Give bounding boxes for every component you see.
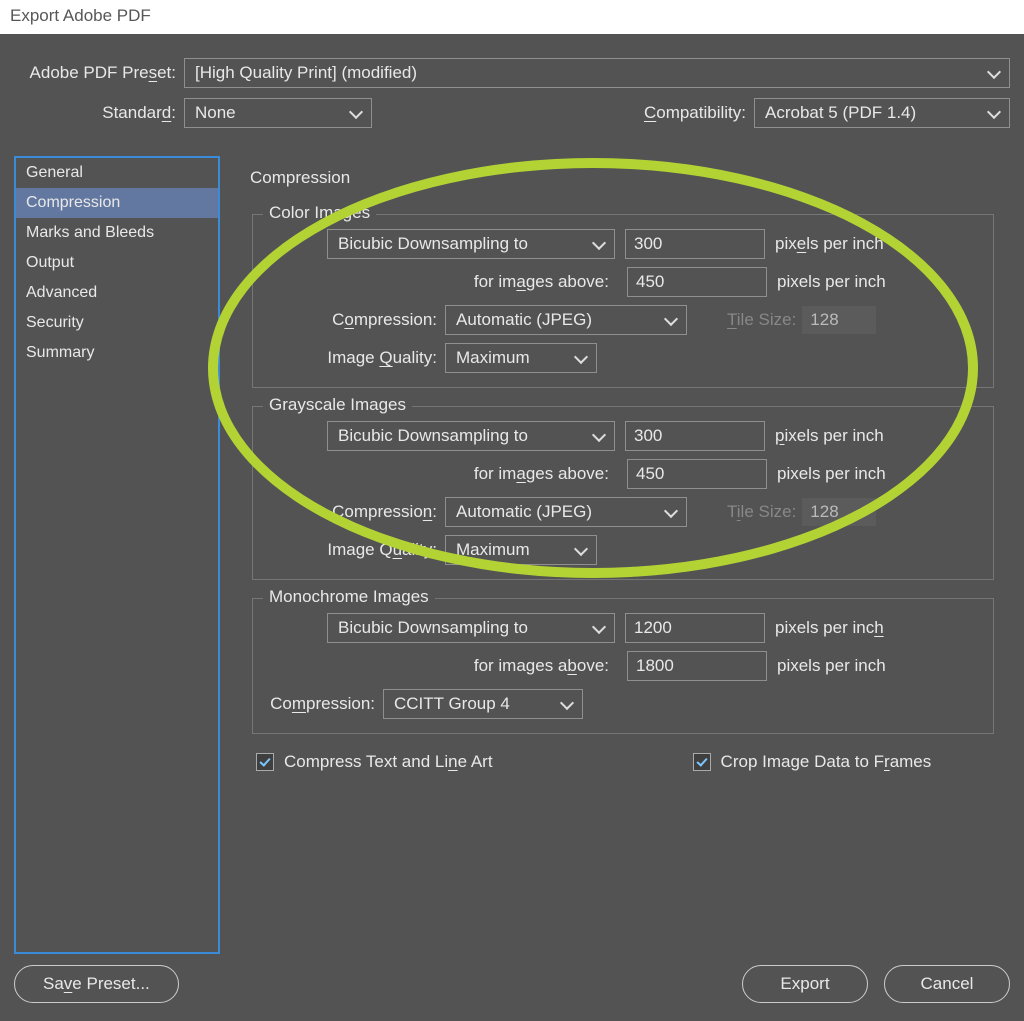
color-compression-value: Automatic (JPEG): [456, 310, 592, 330]
export-button[interactable]: Export: [742, 965, 868, 1003]
sidebar-item-compression[interactable]: Compression: [16, 188, 218, 218]
mono-compression-label: Compression:: [267, 694, 383, 714]
ppi-unit: pixels per inch: [767, 464, 886, 484]
compress-text-checkbox[interactable]: Compress Text and Line Art: [256, 752, 493, 772]
sidebar-item-summary[interactable]: Summary: [16, 338, 218, 368]
gray-quality-value: Maximum: [456, 540, 530, 560]
chevron-down-icon: [987, 106, 1001, 120]
grayscale-images-group: Grayscale Images Bicubic Downsampling to…: [252, 406, 994, 580]
color-quality-value: Maximum: [456, 348, 530, 368]
panel-title: Compression: [250, 168, 1010, 188]
color-downsample-dropdown[interactable]: Bicubic Downsampling to: [327, 229, 615, 259]
color-quality-label: Image Quality:: [267, 348, 445, 368]
gray-above-label: for images above:: [267, 464, 617, 484]
standard-compat-row: Standard: None Compatibility: Acrobat 5 …: [14, 98, 1010, 128]
dialog-footer: Save Preset... Export Cancel: [14, 965, 1010, 1003]
mono-compression-dropdown[interactable]: CCITT Group 4: [383, 689, 583, 719]
preset-dropdown[interactable]: [High Quality Print] (modified): [184, 58, 1010, 88]
cancel-button[interactable]: Cancel: [884, 965, 1010, 1003]
grayscale-images-legend: Grayscale Images: [263, 395, 412, 415]
bottom-checks: Compress Text and Line Art Crop Image Da…: [256, 752, 1010, 772]
sidebar-item-advanced[interactable]: Advanced: [16, 278, 218, 308]
ppi-unit: pixels per inch: [767, 656, 886, 676]
color-ppi-unit: pixels per inch: [765, 234, 884, 254]
sidebar-item-marks-bleeds[interactable]: Marks and Bleeds: [16, 218, 218, 248]
standard-dropdown[interactable]: None: [184, 98, 372, 128]
preset-value: [High Quality Print] (modified): [195, 63, 417, 83]
chevron-down-icon: [574, 351, 588, 365]
color-images-group: Color Images Bicubic Downsampling to pix…: [252, 214, 994, 388]
mono-downsample-value: Bicubic Downsampling to: [338, 618, 528, 638]
chevron-down-icon: [664, 505, 678, 519]
ppi-unit: pixels per inch: [767, 272, 886, 292]
gray-compression-value: Automatic (JPEG): [456, 502, 592, 522]
dialog-content: Adobe PDF Preset: [High Quality Print] (…: [0, 34, 1024, 970]
chevron-down-icon: [560, 697, 574, 711]
color-tilesize-label: Tile Size:: [687, 310, 802, 330]
color-above-ppi-input[interactable]: [627, 267, 767, 297]
chevron-down-icon: [574, 543, 588, 557]
checkbox-icon: [256, 753, 274, 771]
compatibility-value: Acrobat 5 (PDF 1.4): [765, 103, 916, 123]
gray-ppi-input[interactable]: [625, 421, 765, 451]
chevron-down-icon: [592, 429, 606, 443]
sidebar-item-general[interactable]: General: [16, 158, 218, 188]
crop-image-checkbox[interactable]: Crop Image Data to Frames: [693, 752, 932, 772]
gray-compression-label: Compression:: [267, 502, 445, 522]
window-titlebar: Export Adobe PDF: [0, 0, 1024, 34]
mono-downsample-dropdown[interactable]: Bicubic Downsampling to: [327, 613, 615, 643]
standard-label: Standard:: [14, 103, 184, 123]
crop-image-label: Crop Image Data to Frames: [721, 752, 932, 772]
chevron-down-icon: [987, 66, 1001, 80]
chevron-down-icon: [592, 237, 606, 251]
monochrome-images-group: Monochrome Images Bicubic Downsampling t…: [252, 598, 994, 734]
gray-above-ppi-input[interactable]: [627, 459, 767, 489]
color-compression-dropdown[interactable]: Automatic (JPEG): [445, 305, 687, 335]
gray-tilesize-value: 128: [802, 498, 876, 526]
main-panel: Compression Color Images Bicubic Downsam…: [246, 156, 1010, 954]
gray-downsample-dropdown[interactable]: Bicubic Downsampling to: [327, 421, 615, 451]
color-downsample-value: Bicubic Downsampling to: [338, 234, 528, 254]
gray-downsample-value: Bicubic Downsampling to: [338, 426, 528, 446]
gray-tilesize-label: Tile Size:: [687, 502, 802, 522]
gray-quality-dropdown[interactable]: Maximum: [445, 535, 597, 565]
save-preset-button[interactable]: Save Preset...: [14, 965, 179, 1003]
mono-above-ppi-input[interactable]: [627, 651, 767, 681]
ppi-unit: pixels per inch: [765, 618, 884, 638]
sidebar-item-output[interactable]: Output: [16, 248, 218, 278]
compress-text-label: Compress Text and Line Art: [284, 752, 493, 772]
mono-above-label: for images above:: [267, 656, 617, 676]
mono-ppi-input[interactable]: [625, 613, 765, 643]
compatibility-label: Compatibility:: [644, 103, 754, 123]
color-images-legend: Color Images: [263, 203, 376, 223]
sidebar-item-security[interactable]: Security: [16, 308, 218, 338]
preset-row: Adobe PDF Preset: [High Quality Print] (…: [14, 58, 1010, 88]
ppi-unit: pixels per inch: [765, 426, 884, 446]
standard-value: None: [195, 103, 236, 123]
color-quality-dropdown[interactable]: Maximum: [445, 343, 597, 373]
color-compression-label: Compression:: [267, 310, 445, 330]
body-area: General Compression Marks and Bleeds Out…: [14, 156, 1010, 954]
compatibility-dropdown[interactable]: Acrobat 5 (PDF 1.4): [754, 98, 1010, 128]
color-ppi-input[interactable]: [625, 229, 765, 259]
gray-quality-label: Image Quality:: [267, 540, 445, 560]
chevron-down-icon: [349, 106, 363, 120]
window-title: Export Adobe PDF: [10, 6, 151, 25]
checkbox-icon: [693, 753, 711, 771]
chevron-down-icon: [664, 313, 678, 327]
chevron-down-icon: [592, 621, 606, 635]
monochrome-images-legend: Monochrome Images: [263, 587, 435, 607]
category-sidebar: General Compression Marks and Bleeds Out…: [14, 156, 220, 954]
mono-compression-value: CCITT Group 4: [394, 694, 510, 714]
color-above-label: for images above:: [267, 272, 617, 292]
preset-label: Adobe PDF Preset:: [14, 63, 184, 83]
color-tilesize-value: 128: [802, 306, 876, 334]
gray-compression-dropdown[interactable]: Automatic (JPEG): [445, 497, 687, 527]
